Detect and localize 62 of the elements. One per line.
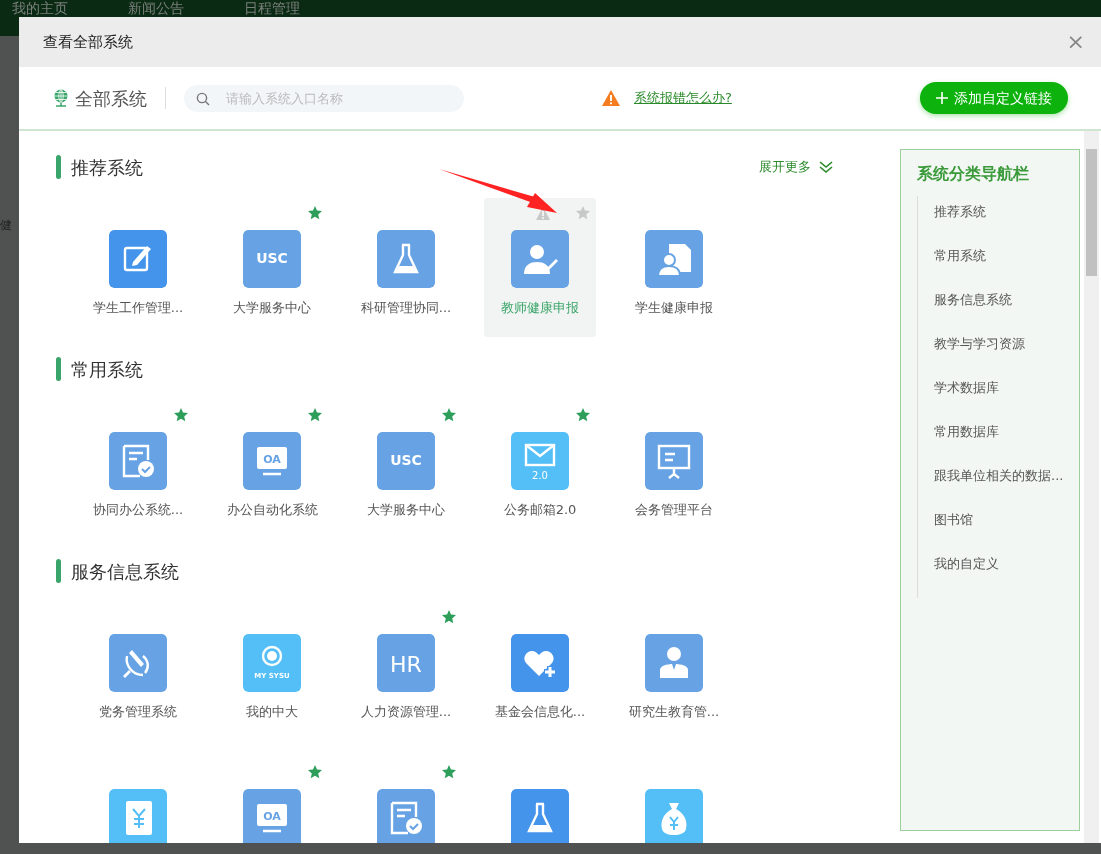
- person-icon[interactable]: [511, 230, 569, 288]
- plus-icon: [936, 92, 948, 104]
- system-name[interactable]: 学生工作管理...: [92, 298, 184, 318]
- sidebar-title: 系统分类导航栏: [917, 163, 1030, 185]
- star-icon[interactable]: [308, 206, 322, 220]
- system-name[interactable]: 会务管理平台: [635, 500, 713, 520]
- sidebar-item[interactable]: 教学与学习资源: [934, 334, 1079, 378]
- star-icon[interactable]: [308, 408, 322, 422]
- scope-label: 全部系统: [75, 86, 147, 111]
- system-name[interactable]: 人力资源管理...: [360, 702, 452, 722]
- system-name[interactable]: 研究生教育管...: [628, 702, 720, 722]
- modal-title: 查看全部系统: [43, 31, 133, 53]
- flask-icon[interactable]: [511, 789, 569, 843]
- money-bag-icon[interactable]: [645, 789, 703, 843]
- emblem-icon[interactable]: [109, 634, 167, 692]
- system-name[interactable]: 我的中大: [246, 702, 298, 722]
- section-title: 推荐系统: [71, 155, 143, 180]
- flask-icon[interactable]: [377, 230, 435, 288]
- document-check-icon[interactable]: [377, 789, 435, 843]
- star-icon[interactable]: [174, 408, 188, 422]
- system-name[interactable]: 办公自动化系统: [226, 500, 318, 520]
- edit-icon[interactable]: [109, 230, 167, 288]
- sidebar-item[interactable]: 推荐系统: [934, 202, 1079, 246]
- section-marker: [56, 559, 61, 583]
- user-icon[interactable]: [645, 634, 703, 692]
- system-name[interactable]: 学生健康申报: [635, 298, 713, 318]
- document-person-icon[interactable]: [645, 230, 703, 288]
- star-icon[interactable]: [442, 408, 456, 422]
- globe-icon: [53, 89, 69, 107]
- sidebar-item[interactable]: 学术数据库: [934, 378, 1079, 422]
- system-name[interactable]: 公务邮箱2.0: [503, 500, 577, 520]
- section-marker: [56, 155, 61, 179]
- system-name[interactable]: 党务管理系统: [99, 702, 177, 722]
- presentation-board-icon[interactable]: [645, 432, 703, 490]
- expand-more-link[interactable]: 展开更多: [759, 157, 833, 177]
- warning-icon: [602, 90, 620, 106]
- section-title: 服务信息系统: [71, 559, 179, 584]
- sidebar-item[interactable]: 跟我单位相关的数据...: [934, 466, 1079, 510]
- sidebar-item[interactable]: 服务信息系统: [934, 290, 1079, 334]
- sidebar-item[interactable]: 我的自定义: [934, 554, 1079, 598]
- double-chevron-icon: [819, 160, 833, 174]
- system-name[interactable]: 基金会信息化...: [494, 702, 586, 722]
- sidebar-item[interactable]: 图书馆: [934, 510, 1079, 554]
- section-marker: [56, 357, 61, 381]
- sidebar-item[interactable]: 常用系统: [934, 246, 1079, 290]
- system-name[interactable]: 协同办公系统...: [92, 500, 184, 520]
- system-name[interactable]: 科研管理协同...: [360, 298, 452, 318]
- star-icon[interactable]: [442, 610, 456, 624]
- star-icon[interactable]: [576, 408, 590, 422]
- document-check-icon[interactable]: [109, 432, 167, 490]
- section-title: 常用系统: [71, 357, 143, 382]
- star-icon[interactable]: [442, 765, 456, 779]
- star-icon[interactable]: [576, 206, 590, 220]
- heart-plus-icon[interactable]: [511, 634, 569, 692]
- scrollbar-thumb[interactable]: [1086, 149, 1097, 276]
- sidebar-item[interactable]: 常用数据库: [934, 422, 1079, 466]
- help-link[interactable]: 系统报错怎么办?: [634, 88, 732, 108]
- star-icon[interactable]: [308, 765, 322, 779]
- system-name[interactable]: 大学服务中心: [233, 298, 311, 318]
- notebook-icon[interactable]: [109, 789, 167, 843]
- system-name[interactable]: 大学服务中心: [367, 500, 445, 520]
- scrollbar[interactable]: [1084, 131, 1099, 843]
